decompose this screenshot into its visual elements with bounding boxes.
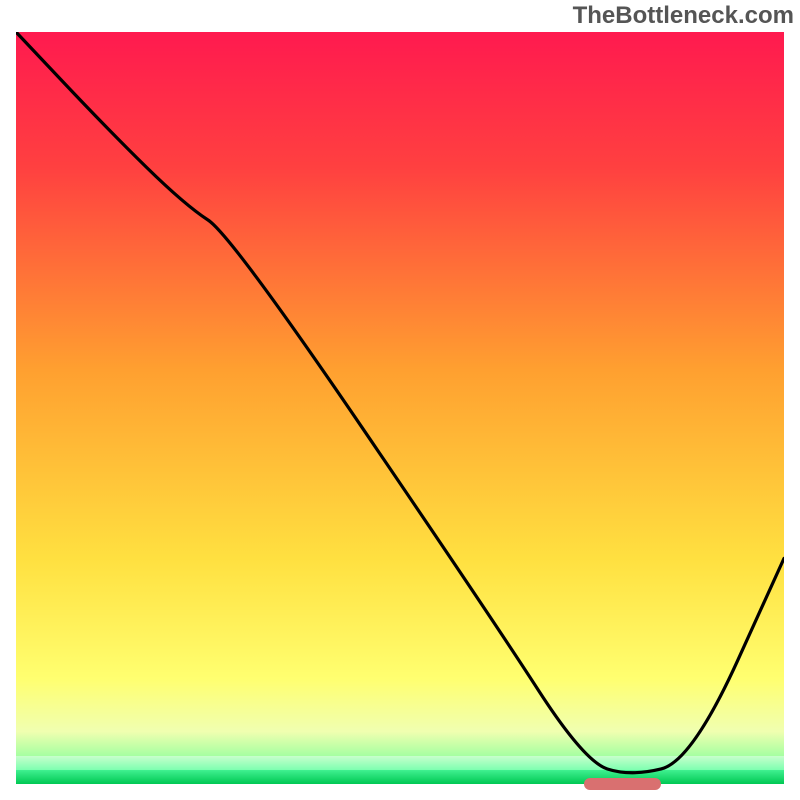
optimal-marker <box>584 778 661 790</box>
bottleneck-curve <box>16 32 784 784</box>
plot-area <box>16 32 784 784</box>
bottleneck-chart: TheBottleneck.com <box>0 0 800 800</box>
watermark: TheBottleneck.com <box>573 2 794 30</box>
